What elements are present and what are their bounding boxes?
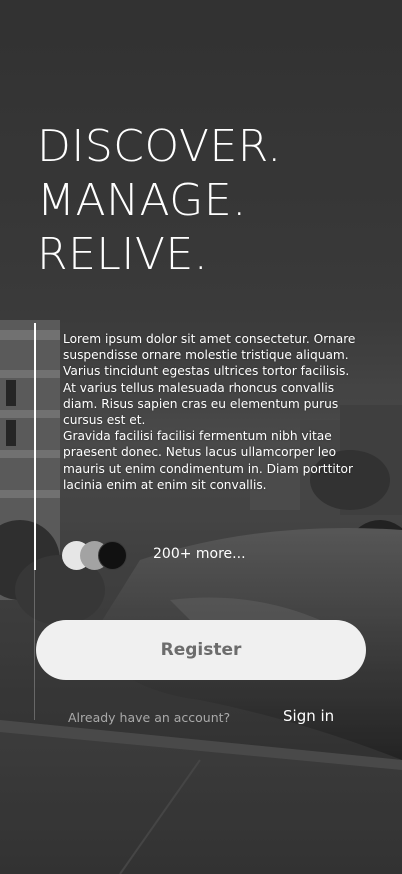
member-avatars <box>62 541 132 571</box>
accent-divider-faded <box>34 570 35 720</box>
hero-line-relive: RELIVE. <box>37 229 209 280</box>
more-members-label: 200+ more... <box>153 546 246 562</box>
description-paragraph-1: Lorem ipsum dolor sit amet consectetur. … <box>63 332 356 428</box>
onboarding-screen: DISCOVER. MANAGE. RELIVE. Lorem ipsum do… <box>0 0 402 874</box>
hero-line-discover: DISCOVER. <box>37 121 282 172</box>
description-text: Lorem ipsum dolor sit amet consectetur. … <box>63 331 363 493</box>
register-button[interactable]: Register <box>36 620 366 680</box>
hero-headline: DISCOVER. MANAGE. RELIVE. <box>37 120 377 282</box>
sign-in-link[interactable]: Sign in <box>283 707 334 725</box>
already-have-account-text: Already have an account? <box>68 710 231 725</box>
description-paragraph-2: Gravida facilisi facilisi fermentum nibh… <box>63 429 354 492</box>
hero-line-manage: MANAGE. <box>37 175 247 226</box>
accent-divider <box>34 323 36 570</box>
avatar <box>98 541 127 570</box>
